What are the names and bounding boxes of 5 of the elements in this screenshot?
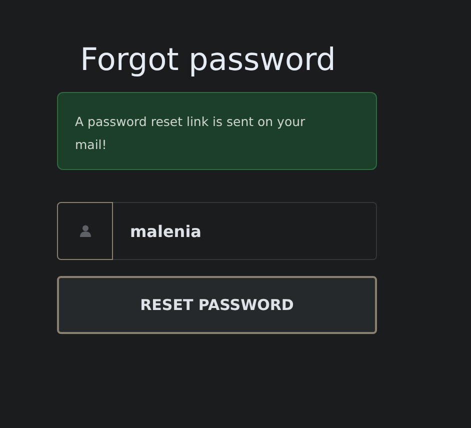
user-icon (80, 225, 90, 237)
reset-password-button[interactable]: RESET PASSWORD (57, 276, 377, 334)
success-alert: A password reset link is sent on your mail! (57, 92, 377, 170)
page-title: Forgot password (80, 41, 336, 80)
username-field[interactable]: malenia (113, 202, 377, 260)
